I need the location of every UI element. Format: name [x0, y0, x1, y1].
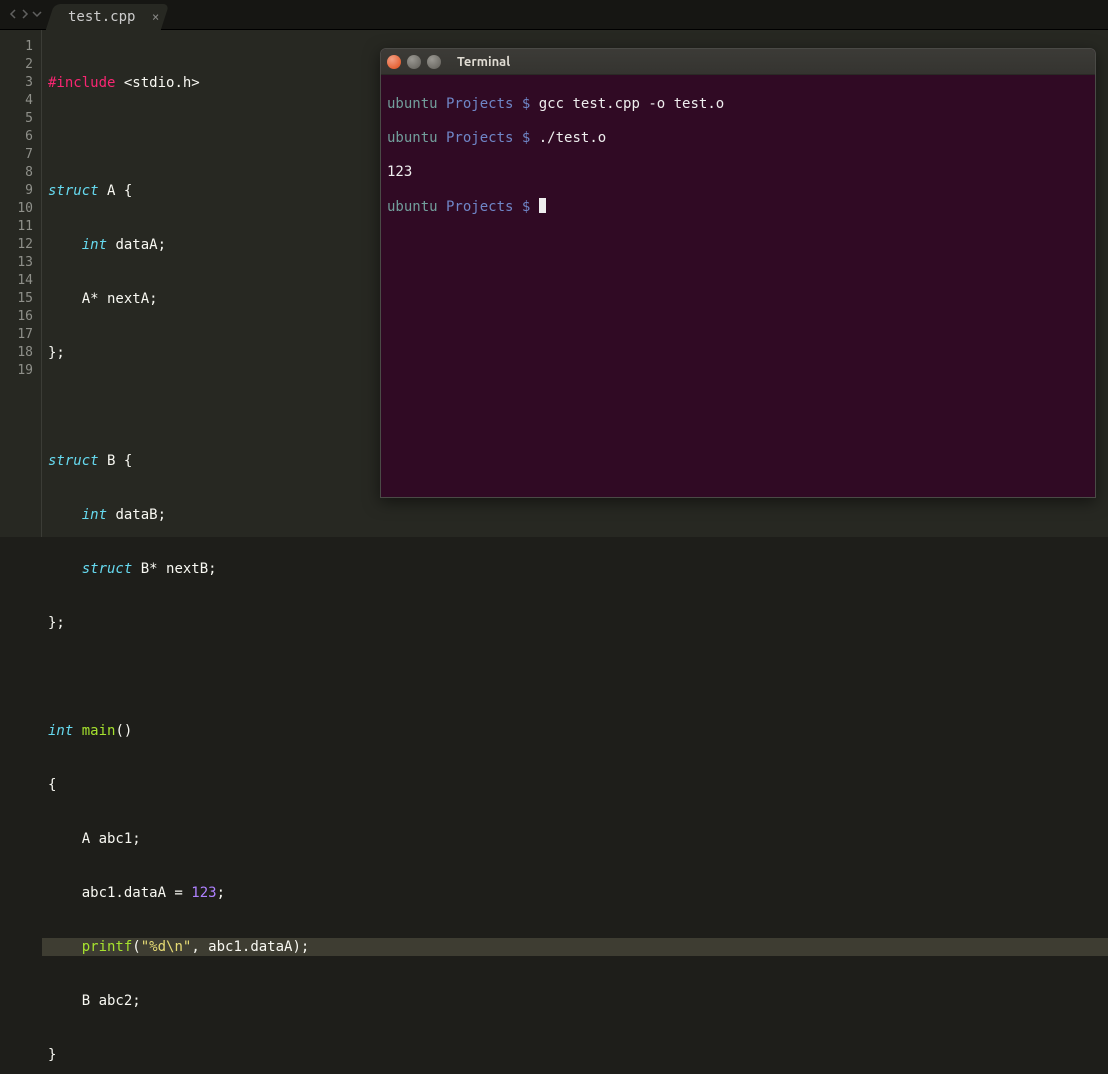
line-number: 9	[0, 182, 33, 200]
close-icon[interactable]: ×	[152, 10, 159, 24]
terminal-line: ubuntu Projects $ gcc test.cpp -o test.o	[387, 96, 1089, 113]
line-number: 14	[0, 272, 33, 290]
tab-dropdown-icon[interactable]	[32, 7, 42, 23]
terminal-line: ubuntu Projects $ ./test.o	[387, 130, 1089, 147]
code-line: B abc2;	[48, 992, 1108, 1010]
line-number: 10	[0, 200, 33, 218]
line-number: 8	[0, 164, 33, 182]
code-line: }	[48, 1046, 1108, 1064]
tab-next-icon[interactable]	[20, 7, 30, 23]
line-number: 1	[0, 38, 33, 56]
window-maximize-icon[interactable]	[427, 55, 441, 69]
terminal-window[interactable]: Terminal ubuntu Projects $ gcc test.cpp …	[380, 48, 1096, 498]
line-number: 5	[0, 110, 33, 128]
code-line: A abc1;	[48, 830, 1108, 848]
terminal-cursor	[539, 198, 546, 213]
line-number: 4	[0, 92, 33, 110]
line-number: 7	[0, 146, 33, 164]
code-line: int dataB;	[48, 506, 1108, 524]
line-number: 3	[0, 74, 33, 92]
tab-nav-arrows	[0, 7, 50, 23]
line-number-gutter: 1 2 3 4 5 6 7 8 9 10 11 12 13 14 15 16 1…	[0, 30, 42, 537]
tab-label: test.cpp	[68, 4, 135, 30]
line-number: 12	[0, 236, 33, 254]
line-number: 19	[0, 362, 33, 380]
line-number: 11	[0, 218, 33, 236]
code-line-current: printf("%d\n", abc1.dataA);	[42, 938, 1108, 956]
window-minimize-icon[interactable]	[407, 55, 421, 69]
window-close-icon[interactable]	[387, 55, 401, 69]
code-line: {	[48, 776, 1108, 794]
tab-prev-icon[interactable]	[8, 7, 18, 23]
code-line: abc1.dataA = 123;	[48, 884, 1108, 902]
line-number: 18	[0, 344, 33, 362]
terminal-title: Terminal	[457, 55, 510, 69]
terminal-line: ubuntu Projects $	[387, 198, 1089, 216]
line-number: 6	[0, 128, 33, 146]
tab-file[interactable]: test.cpp ×	[46, 4, 170, 30]
code-line: };	[48, 614, 1108, 632]
line-number: 16	[0, 308, 33, 326]
line-number: 13	[0, 254, 33, 272]
terminal-body[interactable]: ubuntu Projects $ gcc test.cpp -o test.o…	[381, 75, 1095, 254]
code-line: int main()	[48, 722, 1108, 740]
line-number: 17	[0, 326, 33, 344]
line-number: 2	[0, 56, 33, 74]
tab-strip: test.cpp ×	[0, 0, 1108, 30]
terminal-titlebar[interactable]: Terminal	[381, 49, 1095, 75]
code-line: struct B* nextB;	[48, 560, 1108, 578]
terminal-line: 123	[387, 164, 1089, 181]
code-line	[48, 668, 1108, 686]
line-number: 15	[0, 290, 33, 308]
